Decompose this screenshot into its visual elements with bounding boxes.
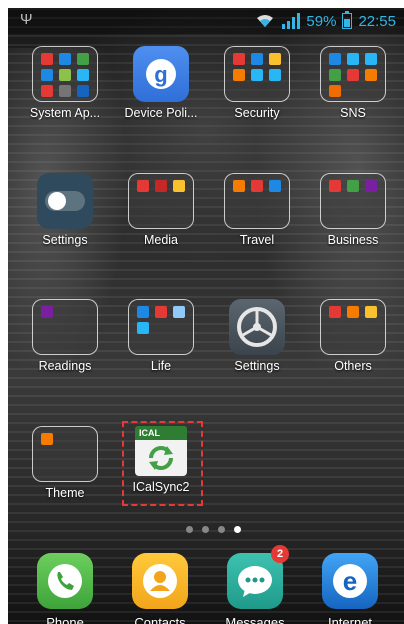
- page-dot[interactable]: [186, 526, 193, 533]
- dock-messages[interactable]: 2 Messages: [210, 545, 300, 624]
- page-dot[interactable]: [202, 526, 209, 533]
- folder-system-apps[interactable]: System Ap...: [16, 46, 114, 120]
- folder-travel[interactable]: Travel: [208, 173, 306, 247]
- app-label: Travel: [239, 233, 275, 247]
- dock-label: Phone: [46, 615, 84, 624]
- app-label: Device Poli...: [124, 106, 198, 120]
- phone-icon: [37, 553, 93, 609]
- page-dot[interactable]: [218, 526, 225, 533]
- battery-icon: [342, 11, 353, 29]
- usb-icon: Ψ: [20, 11, 33, 28]
- folder-security[interactable]: Security: [208, 46, 306, 120]
- google-icon: g: [133, 46, 189, 102]
- contacts-icon: [132, 553, 188, 609]
- folder-icon: [224, 46, 290, 102]
- status-bar: Ψ 59% 22:55: [8, 8, 404, 34]
- dock-label: Messages: [225, 615, 285, 624]
- folder-media[interactable]: Media: [112, 173, 210, 247]
- app-label: System Ap...: [29, 106, 101, 120]
- app-label: Media: [143, 233, 179, 247]
- page-indicator: [186, 526, 241, 533]
- folder-readings[interactable]: Readings: [16, 299, 114, 373]
- folder-icon: [32, 46, 98, 102]
- internet-icon: e: [322, 553, 378, 609]
- folder-life[interactable]: Life: [112, 299, 210, 373]
- status-right: 59% 22:55: [256, 10, 396, 32]
- app-label: Settings: [234, 359, 280, 373]
- dock-internet[interactable]: e Internet: [305, 553, 395, 624]
- app-label: SNS: [340, 106, 366, 120]
- folder-business[interactable]: Business: [304, 173, 402, 247]
- app-label: Business: [327, 233, 379, 247]
- folder-icon: [32, 426, 98, 482]
- selection-highlight: [122, 421, 203, 506]
- battery-percentage: 59%: [306, 12, 337, 30]
- folder-icon: [128, 299, 194, 355]
- app-settings-toggle[interactable]: Settings: [16, 173, 114, 247]
- clock: 22:55: [358, 12, 396, 30]
- app-label: Readings: [38, 359, 92, 373]
- folder-sns[interactable]: SNS: [304, 46, 402, 120]
- app-device-policy[interactable]: g Device Poli...: [112, 46, 210, 120]
- dock-contacts[interactable]: Contacts: [115, 553, 205, 624]
- toggle-icon: [37, 173, 93, 229]
- app-label: Security: [234, 106, 280, 120]
- messages-icon: 2: [227, 545, 289, 609]
- folder-others[interactable]: Others: [304, 299, 402, 373]
- app-label: Others: [334, 359, 372, 373]
- wifi-icon: [257, 15, 274, 27]
- folder-icon: [320, 299, 386, 355]
- app-settings-gear[interactable]: Settings: [208, 299, 306, 373]
- svg-text:e: e: [343, 566, 357, 596]
- home-screen: Ψ 59% 22:55 System Ap... g Device Poli..…: [8, 8, 404, 624]
- dock-label: Internet: [327, 615, 373, 624]
- signal-icon: [282, 13, 301, 29]
- app-label: Theme: [45, 486, 85, 500]
- svg-text:g: g: [154, 62, 167, 87]
- gear-icon: [229, 299, 285, 355]
- dock-phone[interactable]: Phone: [20, 553, 110, 624]
- unread-badge: 2: [271, 545, 289, 563]
- folder-icon: [320, 173, 386, 229]
- app-label: Life: [150, 359, 172, 373]
- folder-icon: [320, 46, 386, 102]
- folder-icon: [224, 173, 290, 229]
- app-label: Settings: [42, 233, 88, 247]
- folder-icon: [128, 173, 194, 229]
- folder-theme[interactable]: Theme: [16, 426, 114, 500]
- page-dot-active[interactable]: [234, 526, 241, 533]
- dock-label: Contacts: [134, 615, 186, 624]
- folder-icon: [32, 299, 98, 355]
